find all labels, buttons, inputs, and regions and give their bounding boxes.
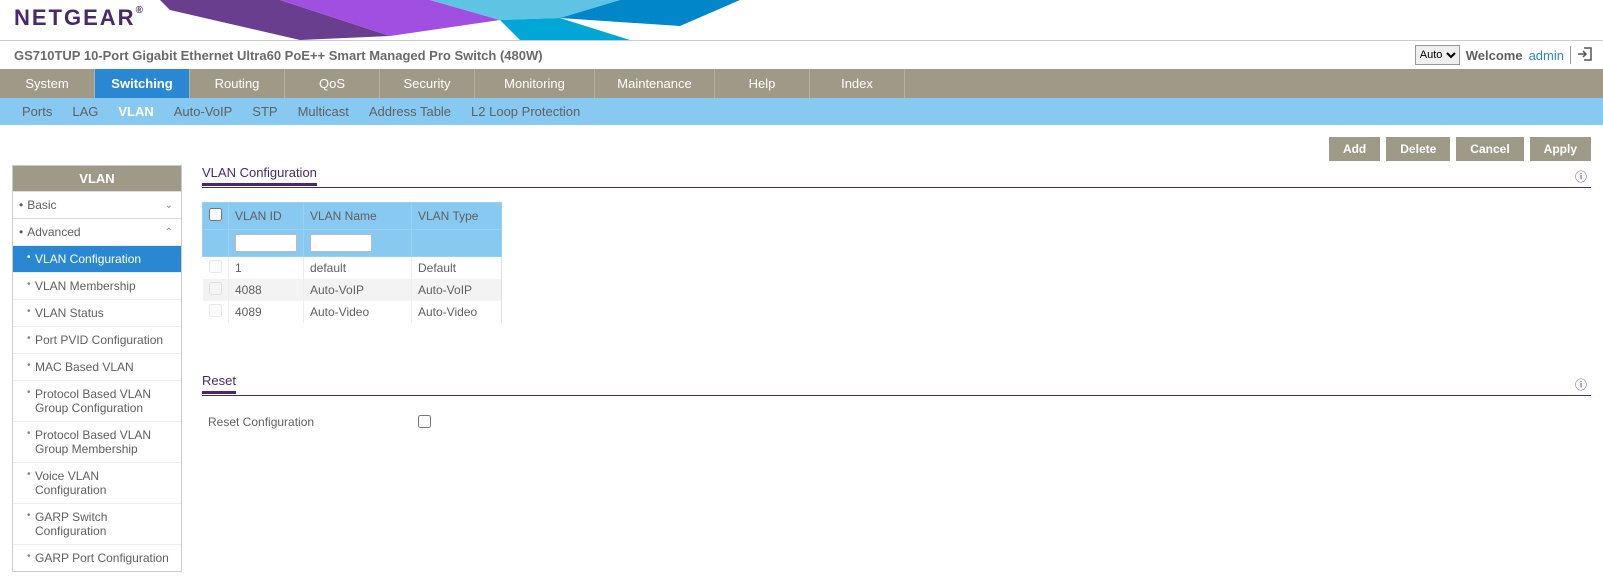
delete-button[interactable]: Delete: [1386, 137, 1450, 161]
product-bar: GS710TUP 10-Port Gigabit Ethernet Ultra6…: [0, 40, 1603, 69]
reset-config-label: Reset Configuration: [208, 415, 314, 429]
product-title: GS710TUP 10-Port Gigabit Ethernet Ultra6…: [14, 48, 543, 63]
content-area: VLAN Configuration ⓘ VLAN ID VLAN Name V…: [202, 165, 1591, 447]
help-icon[interactable]: ⓘ: [1575, 376, 1591, 393]
tab-qos[interactable]: QoS: [285, 69, 380, 98]
col-header-vlan-id[interactable]: VLAN ID: [229, 203, 304, 230]
cell-vlan-id: 1: [229, 257, 304, 280]
nav-secondary: Ports LAG VLAN Auto-VoIP STP Multicast A…: [0, 98, 1603, 125]
subnav-l2-loop[interactable]: L2 Loop Protection: [471, 104, 580, 119]
cell-vlan-type: Default: [412, 257, 502, 280]
section-title-reset: Reset ⓘ: [202, 373, 1591, 396]
table-row[interactable]: 4088 Auto-VoIP Auto-VoIP: [203, 279, 502, 301]
section-title-label: VLAN Configuration: [202, 165, 317, 186]
tab-routing[interactable]: Routing: [190, 69, 285, 98]
col-header-vlan-name[interactable]: VLAN Name: [304, 203, 412, 230]
apply-button[interactable]: Apply: [1530, 137, 1591, 161]
filter-vlan-name-input[interactable]: [310, 234, 372, 252]
sidebar-section-label: Advanced: [27, 225, 80, 239]
sidebar-item-garp-switch-config[interactable]: GARP Switch Configuration: [13, 503, 181, 544]
help-icon[interactable]: ⓘ: [1575, 168, 1591, 185]
welcome-label: Welcome: [1466, 48, 1523, 63]
sidebar-item-mac-based-vlan[interactable]: MAC Based VLAN: [13, 353, 181, 380]
sidebar-item-port-pvid[interactable]: Port PVID Configuration: [13, 326, 181, 353]
table-row[interactable]: 1 default Default: [203, 257, 502, 280]
tab-monitoring[interactable]: Monitoring: [475, 69, 595, 98]
col-header-vlan-type[interactable]: VLAN Type: [412, 203, 502, 230]
subnav-vlan[interactable]: VLAN: [118, 104, 153, 119]
main-layout: VLAN •Basic ⌄ •Advanced ⌃ VLAN Configura…: [0, 165, 1603, 572]
language-select[interactable]: Auto: [1415, 45, 1460, 65]
tab-switching[interactable]: Switching: [95, 69, 190, 98]
select-all-checkbox[interactable]: [209, 208, 222, 221]
reset-section: Reset ⓘ Reset Configuration: [202, 373, 1591, 447]
cancel-button[interactable]: Cancel: [1456, 137, 1523, 161]
row-checkbox: [209, 304, 222, 317]
cell-vlan-type: Auto-Video: [412, 301, 502, 323]
filter-vlan-id-input[interactable]: [235, 234, 297, 252]
divider: [1570, 46, 1571, 64]
row-checkbox: [209, 260, 222, 273]
tab-security[interactable]: Security: [380, 69, 475, 98]
subnav-address-table[interactable]: Address Table: [369, 104, 451, 119]
sidebar-item-vlan-status[interactable]: VLAN Status: [13, 299, 181, 326]
sidebar-section-basic[interactable]: •Basic ⌄: [13, 191, 181, 218]
cell-vlan-name: Auto-Video: [304, 301, 412, 323]
sidebar-item-protocol-vlan-group-config[interactable]: Protocol Based VLAN Group Configuration: [13, 380, 181, 421]
subnav-lag[interactable]: LAG: [72, 104, 98, 119]
section-title-label: Reset: [202, 373, 236, 394]
tab-system[interactable]: System: [0, 69, 95, 98]
sidebar-title: VLAN: [13, 166, 181, 191]
sidebar-item-protocol-vlan-group-membership[interactable]: Protocol Based VLAN Group Membership: [13, 421, 181, 462]
sidebar-section-advanced[interactable]: •Advanced ⌃: [13, 218, 181, 245]
sidebar-item-voice-vlan-config[interactable]: Voice VLAN Configuration: [13, 462, 181, 503]
subnav-multicast[interactable]: Multicast: [298, 104, 349, 119]
cell-vlan-name: Auto-VoIP: [304, 279, 412, 301]
tab-index[interactable]: Index: [810, 69, 905, 98]
cell-vlan-name: default: [304, 257, 412, 280]
tab-help[interactable]: Help: [715, 69, 810, 98]
cell-vlan-id: 4089: [229, 301, 304, 323]
sidebar-item-vlan-configuration[interactable]: VLAN Configuration: [13, 245, 181, 272]
sidebar-section-label: Basic: [27, 198, 56, 212]
row-checkbox: [209, 282, 222, 295]
welcome-area: Auto Welcome admin: [1415, 45, 1595, 65]
vlan-table: VLAN ID VLAN Name VLAN Type 1 default De…: [202, 202, 502, 323]
chevron-up-icon: ⌃: [165, 227, 173, 238]
header-banner: NETGEAR®: [0, 0, 1603, 40]
table-row[interactable]: 4089 Auto-Video Auto-Video: [203, 301, 502, 323]
cell-vlan-id: 4088: [229, 279, 304, 301]
subnav-autovoip[interactable]: Auto-VoIP: [174, 104, 233, 119]
header-decor: [0, 0, 1603, 40]
sidebar: VLAN •Basic ⌄ •Advanced ⌃ VLAN Configura…: [12, 165, 182, 572]
sidebar-item-vlan-membership[interactable]: VLAN Membership: [13, 272, 181, 299]
welcome-user: admin: [1529, 48, 1564, 63]
nav-filler: [905, 69, 1603, 98]
logout-icon[interactable]: [1577, 46, 1595, 65]
cell-vlan-type: Auto-VoIP: [412, 279, 502, 301]
action-row: Add Delete Cancel Apply: [0, 125, 1603, 165]
nav-primary: System Switching Routing QoS Security Mo…: [0, 69, 1603, 98]
brand-logo: NETGEAR®: [14, 5, 145, 31]
subnav-ports[interactable]: Ports: [22, 104, 52, 119]
reset-config-checkbox[interactable]: [418, 415, 431, 428]
subnav-stp[interactable]: STP: [252, 104, 277, 119]
sidebar-item-garp-port-config[interactable]: GARP Port Configuration: [13, 544, 181, 571]
tab-maintenance[interactable]: Maintenance: [595, 69, 715, 98]
add-button[interactable]: Add: [1329, 137, 1380, 161]
section-title-vlan-config: VLAN Configuration ⓘ: [202, 165, 1591, 188]
chevron-down-icon: ⌄: [165, 200, 173, 211]
